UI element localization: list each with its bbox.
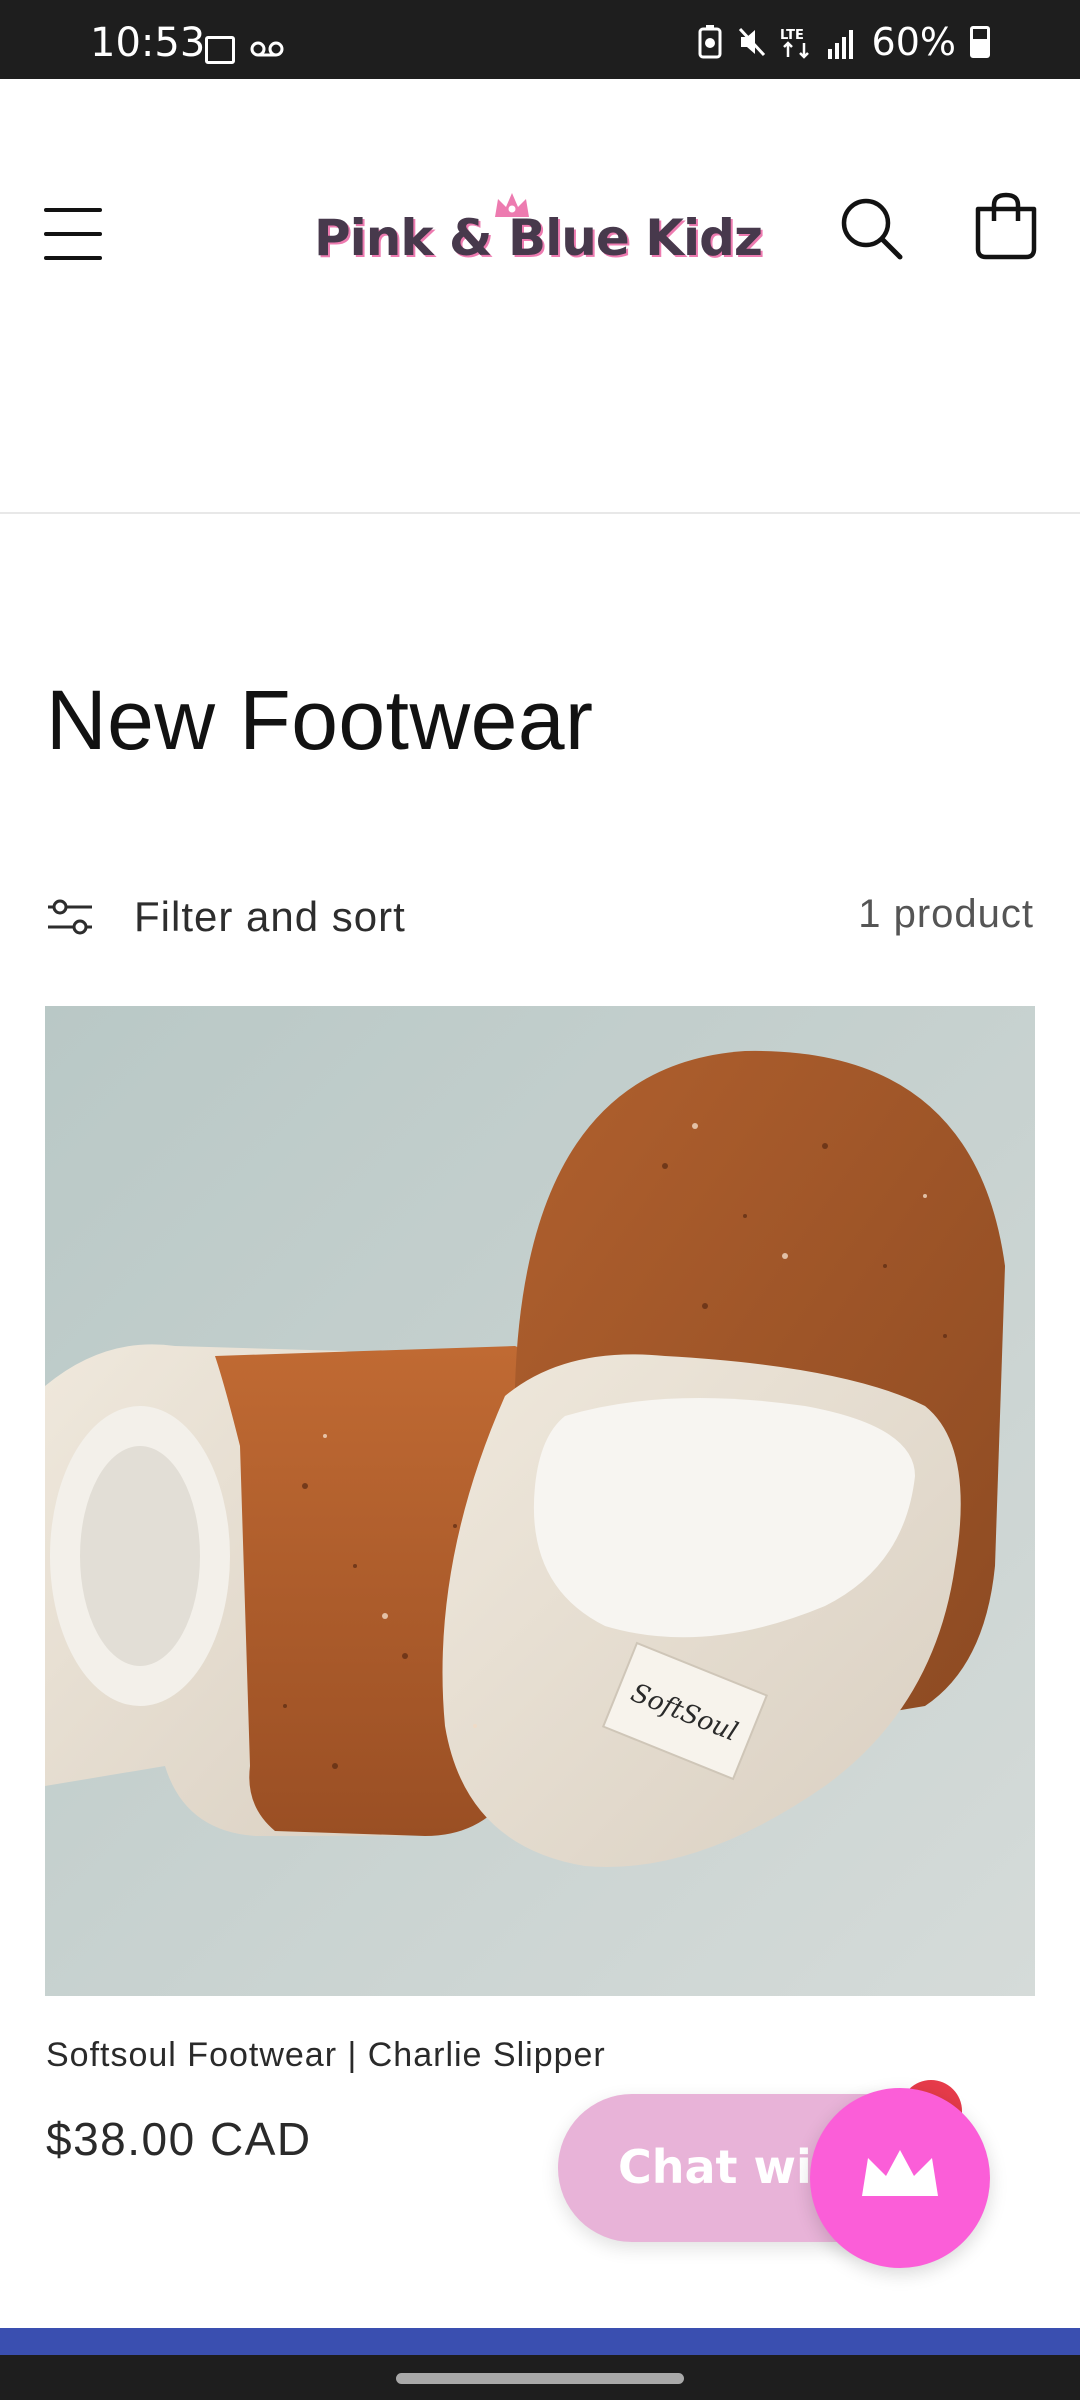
chat-launcher-button[interactable] — [810, 2088, 990, 2268]
status-time: 10:53 — [90, 20, 206, 66]
battery-saver-icon — [698, 25, 722, 59]
product-price: $38.00 CAD — [46, 2113, 312, 2165]
logo-text: Pink & Blue Kidz — [314, 209, 763, 267]
filter-sort-button[interactable]: Filter and sort — [46, 880, 406, 954]
product-image[interactable]: SoftSoul — [45, 1006, 1035, 1996]
lte-icon: LTE — [780, 28, 809, 59]
crown-icon — [862, 2150, 938, 2196]
page-title: New Footwear — [46, 673, 594, 767]
signal-icon — [827, 30, 853, 59]
mute-icon — [738, 27, 765, 57]
voicemail-icon — [250, 41, 284, 57]
filter-row: Filter and sort 1 product — [46, 880, 1034, 954]
site-header: Pink & Blue Kidz — [0, 79, 1080, 514]
filter-sliders-icon — [48, 899, 92, 935]
store-logo[interactable]: Pink & Blue Kidz — [314, 191, 764, 281]
status-bar: 10:53 LTE 60% — [0, 0, 1080, 79]
svg-text:LTE: LTE — [780, 28, 804, 43]
home-indicator[interactable] — [396, 2373, 684, 2384]
menu-button[interactable] — [44, 208, 104, 260]
product-title[interactable]: Softsoul Footwear | Charlie Slipper — [46, 2036, 606, 2075]
footer-band — [0, 2328, 1080, 2358]
filter-sort-label: Filter and sort — [134, 893, 406, 940]
slipper-photo: SoftSoul — [45, 1006, 1035, 1996]
status-right-icons: LTE 60% — [696, 20, 990, 64]
battery-percent: 60% — [871, 20, 956, 64]
gallery-icon — [205, 36, 235, 64]
hamburger-menu-icon — [44, 208, 102, 212]
search-icon[interactable] — [838, 195, 906, 263]
battery-icon — [970, 26, 990, 58]
product-count: 1 product — [858, 892, 1034, 936]
cart-icon[interactable] — [974, 191, 1038, 261]
